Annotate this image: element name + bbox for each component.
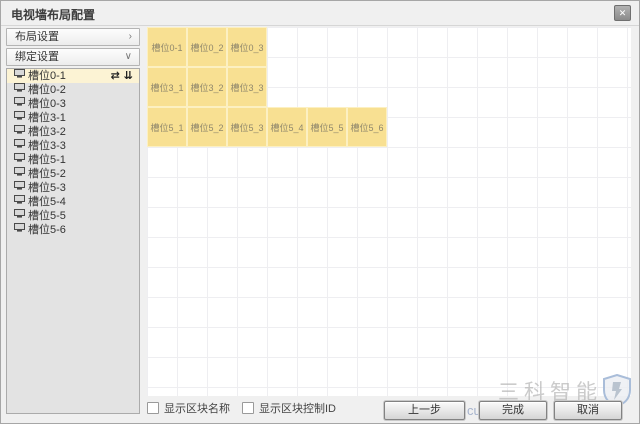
slot-item[interactable]: 槽位3-2 [7, 125, 139, 139]
monitor-icon [14, 110, 25, 124]
wall-block[interactable]: 槽位5_3 [227, 107, 267, 147]
slot-label: 槽位3-1 [28, 112, 66, 124]
slot-item[interactable]: 槽位0-2 [7, 83, 139, 97]
monitor-icon [14, 96, 25, 110]
slot-item[interactable]: 槽位5-5 [7, 209, 139, 223]
wall-block[interactable]: 槽位5_4 [267, 107, 307, 147]
monitor-icon [14, 124, 25, 138]
section-label: 布局设置 [15, 31, 59, 43]
slot-item[interactable]: 槽位5-4 [7, 195, 139, 209]
monitor-icon [14, 82, 25, 96]
section-label: 绑定设置 [15, 51, 59, 63]
footer-bar: 显示区块名称 显示区块控制ID 上一步 完成 取消 [1, 396, 639, 424]
wall-block[interactable]: 槽位0-1 [147, 27, 187, 67]
wall-block[interactable]: 槽位5_5 [307, 107, 347, 147]
monitor-icon [14, 152, 25, 166]
slot-label: 槽位5-5 [28, 210, 66, 222]
close-icon[interactable]: ✕ [614, 5, 631, 21]
section-layout-settings[interactable]: 布局设置 › [6, 28, 140, 46]
wall-block[interactable]: 槽位0_3 [227, 27, 267, 67]
slot-item[interactable]: 槽位3-3 [7, 139, 139, 153]
show-block-name-label: 显示区块名称 [164, 403, 230, 415]
show-block-control-id-label: 显示区块控制ID [259, 403, 336, 415]
slot-item[interactable]: 槽位3-1 [7, 111, 139, 125]
display-options: 显示区块名称 显示区块控制ID [147, 400, 348, 416]
swap-vertical-icon[interactable]: ⇊ [124, 70, 133, 82]
previous-step-button[interactable]: 上一步 [384, 401, 465, 420]
wall-block[interactable]: 槽位5_2 [187, 107, 227, 147]
slot-label: 槽位5-6 [28, 224, 66, 236]
slot-label: 槽位5-3 [28, 182, 66, 194]
monitor-icon [14, 138, 25, 152]
slot-item[interactable]: 槽位5-3 [7, 181, 139, 195]
cancel-button[interactable]: 取消 [554, 401, 622, 420]
monitor-icon [14, 68, 25, 82]
section-binding-settings[interactable]: 绑定设置 ∨ [6, 48, 140, 66]
slot-label: 槽位3-2 [28, 126, 66, 138]
monitor-icon [14, 208, 25, 222]
wall-block[interactable]: 槽位5_1 [147, 107, 187, 147]
wall-canvas[interactable]: 槽位0-1槽位0_2槽位0_3 槽位3_1槽位3_2槽位3_3 槽位5_1槽位5_2… [147, 27, 631, 396]
slot-label: 槽位5-4 [28, 196, 66, 208]
monitor-icon [14, 194, 25, 208]
slot-list: 槽位0-1 ⇄ ⇊ 槽位0-2 槽位0-3 槽位3-1 槽位3-2 槽位3-3 槽位5-1 槽位5… [6, 68, 140, 414]
monitor-icon [14, 222, 25, 236]
monitor-icon [14, 180, 25, 194]
titlebar: 电视墙布局配置 ✕ [1, 1, 639, 26]
show-block-name-checkbox[interactable] [147, 402, 159, 414]
slot-label: 槽位5-2 [28, 168, 66, 180]
slot-label: 槽位0-3 [28, 98, 66, 110]
show-block-control-id-checkbox[interactable] [242, 402, 254, 414]
slot-item[interactable]: 槽位5-2 [7, 167, 139, 181]
chevron-down-icon: ∨ [125, 49, 132, 65]
dialog-title: 电视墙布局配置 [11, 6, 95, 23]
slot-label: 槽位3-3 [28, 140, 66, 152]
slot-label: 槽位0-2 [28, 84, 66, 96]
slot-label: 槽位0-1 [28, 70, 66, 82]
monitor-icon [14, 166, 25, 180]
slot-label: 槽位5-1 [28, 154, 66, 166]
slot-item[interactable]: 槽位5-6 [7, 223, 139, 237]
sidebar: 布局设置 › 绑定设置 ∨ 槽位0-1 ⇄ ⇊ 槽位0-2 槽位0-3 槽位3-1 槽位3-… [6, 28, 140, 414]
swap-horizontal-icon[interactable]: ⇄ [111, 70, 120, 82]
finish-button[interactable]: 完成 [479, 401, 547, 420]
slot-item[interactable]: 槽位0-1 ⇄ ⇊ [7, 69, 139, 83]
wall-block[interactable]: 槽位5_6 [347, 107, 387, 147]
wall-block[interactable]: 槽位3_2 [187, 67, 227, 107]
wall-block[interactable]: 槽位3_1 [147, 67, 187, 107]
chevron-right-icon: › [129, 29, 132, 45]
slot-item[interactable]: 槽位0-3 [7, 97, 139, 111]
wall-block[interactable]: 槽位0_2 [187, 27, 227, 67]
slot-item[interactable]: 槽位5-1 [7, 153, 139, 167]
tv-wall-config-dialog: 电视墙布局配置 ✕ 布局设置 › 绑定设置 ∨ 槽位0-1⇄⇊槽位0-2槽位0-… [0, 0, 640, 424]
wall-block[interactable]: 槽位3_3 [227, 67, 267, 107]
